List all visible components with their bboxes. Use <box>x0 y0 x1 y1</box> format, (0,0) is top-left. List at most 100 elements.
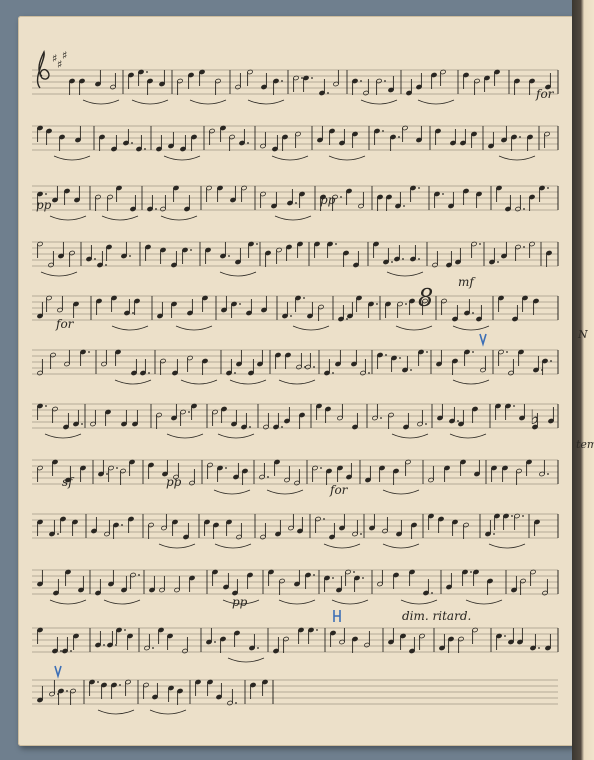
note-dot <box>190 249 192 251</box>
slur <box>274 215 312 221</box>
svg-text:♯: ♯ <box>62 49 67 62</box>
note-dot <box>45 405 47 407</box>
direction-pp: pp <box>166 475 182 489</box>
slur <box>44 433 82 439</box>
note-dot <box>410 369 412 371</box>
staff <box>32 679 558 705</box>
note-dot <box>323 518 325 520</box>
note-dot <box>519 136 521 138</box>
note-dot <box>228 255 230 257</box>
slur <box>417 99 455 105</box>
slur <box>271 155 309 161</box>
staff <box>32 349 558 375</box>
staff <box>32 403 558 429</box>
note-dot <box>60 650 62 652</box>
slur <box>158 543 196 549</box>
note-dot <box>94 258 96 260</box>
slur <box>292 325 330 331</box>
note-dot <box>121 524 123 526</box>
slur <box>382 489 420 495</box>
note-dot <box>472 351 474 353</box>
note-dot <box>523 246 525 248</box>
note-dot <box>129 255 131 257</box>
slur <box>97 709 135 715</box>
note-dot <box>457 420 459 422</box>
slur <box>266 489 304 495</box>
slur <box>103 599 141 605</box>
note-dot <box>327 92 329 94</box>
slur <box>498 155 536 161</box>
slur <box>395 325 433 331</box>
note-dot <box>214 641 216 643</box>
note-dot <box>380 417 382 419</box>
note-dot <box>538 647 540 649</box>
staff <box>32 627 558 653</box>
note-dot <box>472 312 474 314</box>
note-dot <box>249 426 251 428</box>
note-dot <box>418 187 420 189</box>
note-dot <box>405 303 407 305</box>
note-dot <box>144 148 146 150</box>
slur <box>400 599 438 605</box>
note-dot <box>504 635 506 637</box>
slur <box>323 543 361 549</box>
slur <box>217 433 255 439</box>
manuscript-viewer: ♯ ♯ ♯ for pp pp for mf sf pp for pp dim. r… <box>0 0 594 760</box>
note-dot <box>281 426 283 428</box>
note-dot <box>124 629 126 631</box>
slur <box>180 379 218 385</box>
note-dot <box>346 318 348 320</box>
note-dot <box>332 372 334 374</box>
slur <box>465 599 503 605</box>
note-dot <box>81 423 83 425</box>
blue-pencil-marks <box>54 333 487 679</box>
note-dot <box>281 80 283 82</box>
slur <box>331 599 369 605</box>
next-page-edge: N tem <box>572 0 594 760</box>
note-dot <box>301 77 303 79</box>
note-dot <box>116 467 118 469</box>
slur <box>114 379 152 385</box>
note-dot <box>362 577 364 579</box>
note-dot <box>103 644 105 646</box>
manuscript-page: ♯ ♯ ♯ for pp pp for mf sf pp for pp dim. r… <box>18 16 574 746</box>
note-dot <box>523 208 525 210</box>
note-dot <box>382 130 384 132</box>
note-dot <box>332 577 334 579</box>
slur <box>278 379 316 385</box>
note-dot <box>403 205 405 207</box>
staff-systems <box>32 69 558 705</box>
note-dot <box>119 684 121 686</box>
note-dot <box>235 702 237 704</box>
note-dot <box>313 366 315 368</box>
note-dot <box>426 351 428 353</box>
slur <box>175 325 213 331</box>
direction-for: for <box>329 483 349 497</box>
note-dot <box>513 405 515 407</box>
note-dot <box>550 360 552 362</box>
note-dot <box>97 681 99 683</box>
note-dot <box>257 647 259 649</box>
slur <box>328 155 366 161</box>
slur <box>101 215 139 221</box>
slur <box>227 657 265 663</box>
slur <box>360 99 398 105</box>
note-dot <box>234 372 236 374</box>
note-dot <box>368 372 370 374</box>
margin-fragment: N <box>578 328 588 341</box>
slur <box>386 271 424 277</box>
note-dot <box>418 258 420 260</box>
note-dot <box>360 80 362 82</box>
note-dot <box>442 193 444 195</box>
note-dot <box>376 303 378 305</box>
note-dot <box>152 647 154 649</box>
slur <box>229 379 267 385</box>
note-dot <box>131 142 133 144</box>
note-dot <box>425 423 427 425</box>
note-dot <box>188 411 190 413</box>
direction-for: for <box>55 317 75 331</box>
slur <box>391 433 429 439</box>
note-dot <box>313 574 315 576</box>
direction-pp: pp <box>36 198 52 212</box>
slur <box>219 271 257 277</box>
